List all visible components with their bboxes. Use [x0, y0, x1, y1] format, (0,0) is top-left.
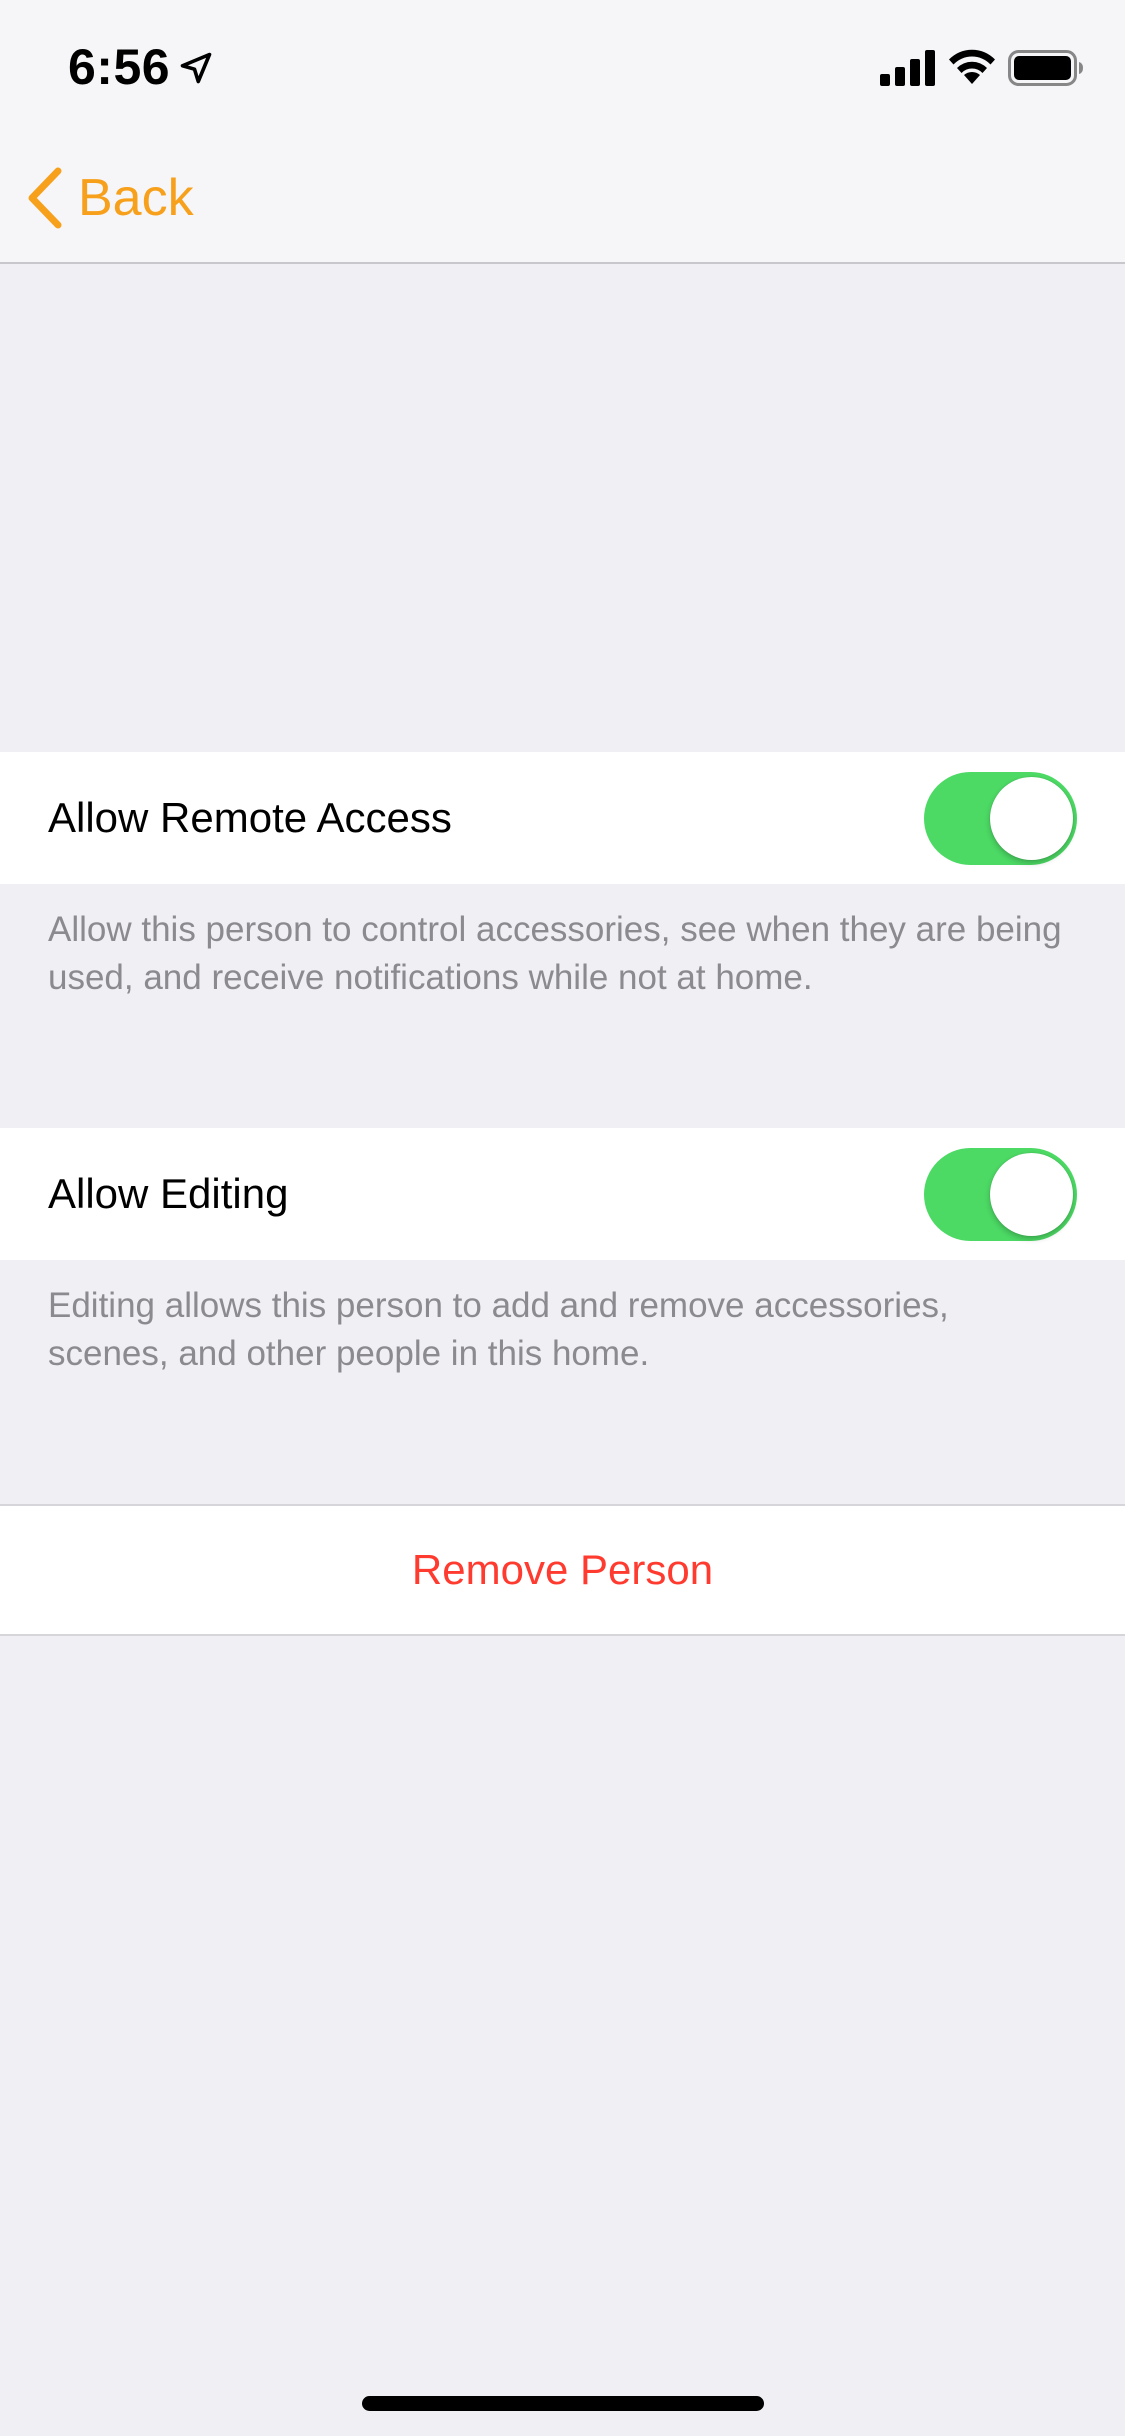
remote-access-toggle[interactable] [924, 772, 1077, 865]
cellular-signal-icon [880, 50, 935, 86]
back-label: Back [78, 169, 194, 227]
status-bar: 6:56 [0, 0, 1125, 132]
editing-row: Allow Editing [0, 1128, 1125, 1260]
remote-access-footer: Allow this person to control accessories… [48, 910, 1062, 997]
remove-person-button[interactable]: Remove Person [0, 1504, 1125, 1636]
home-indicator [362, 2396, 764, 2411]
toggle-knob [990, 1153, 1073, 1236]
remote-access-row: Allow Remote Access [0, 752, 1125, 884]
remote-access-label: Allow Remote Access [48, 794, 452, 841]
editing-toggle[interactable] [924, 1148, 1077, 1241]
battery-icon [1008, 50, 1083, 86]
chevron-left-icon [28, 167, 62, 229]
toggle-knob [990, 777, 1073, 860]
editing-footer: Editing allows this person to add and re… [48, 1286, 949, 1373]
back-button[interactable]: Back [22, 162, 194, 234]
editing-label: Allow Editing [48, 1170, 289, 1217]
navigation-bar: Back [0, 132, 1125, 264]
location-arrow-icon [180, 52, 212, 84]
status-time: 6:56 [68, 39, 171, 95]
wifi-icon [949, 49, 995, 84]
